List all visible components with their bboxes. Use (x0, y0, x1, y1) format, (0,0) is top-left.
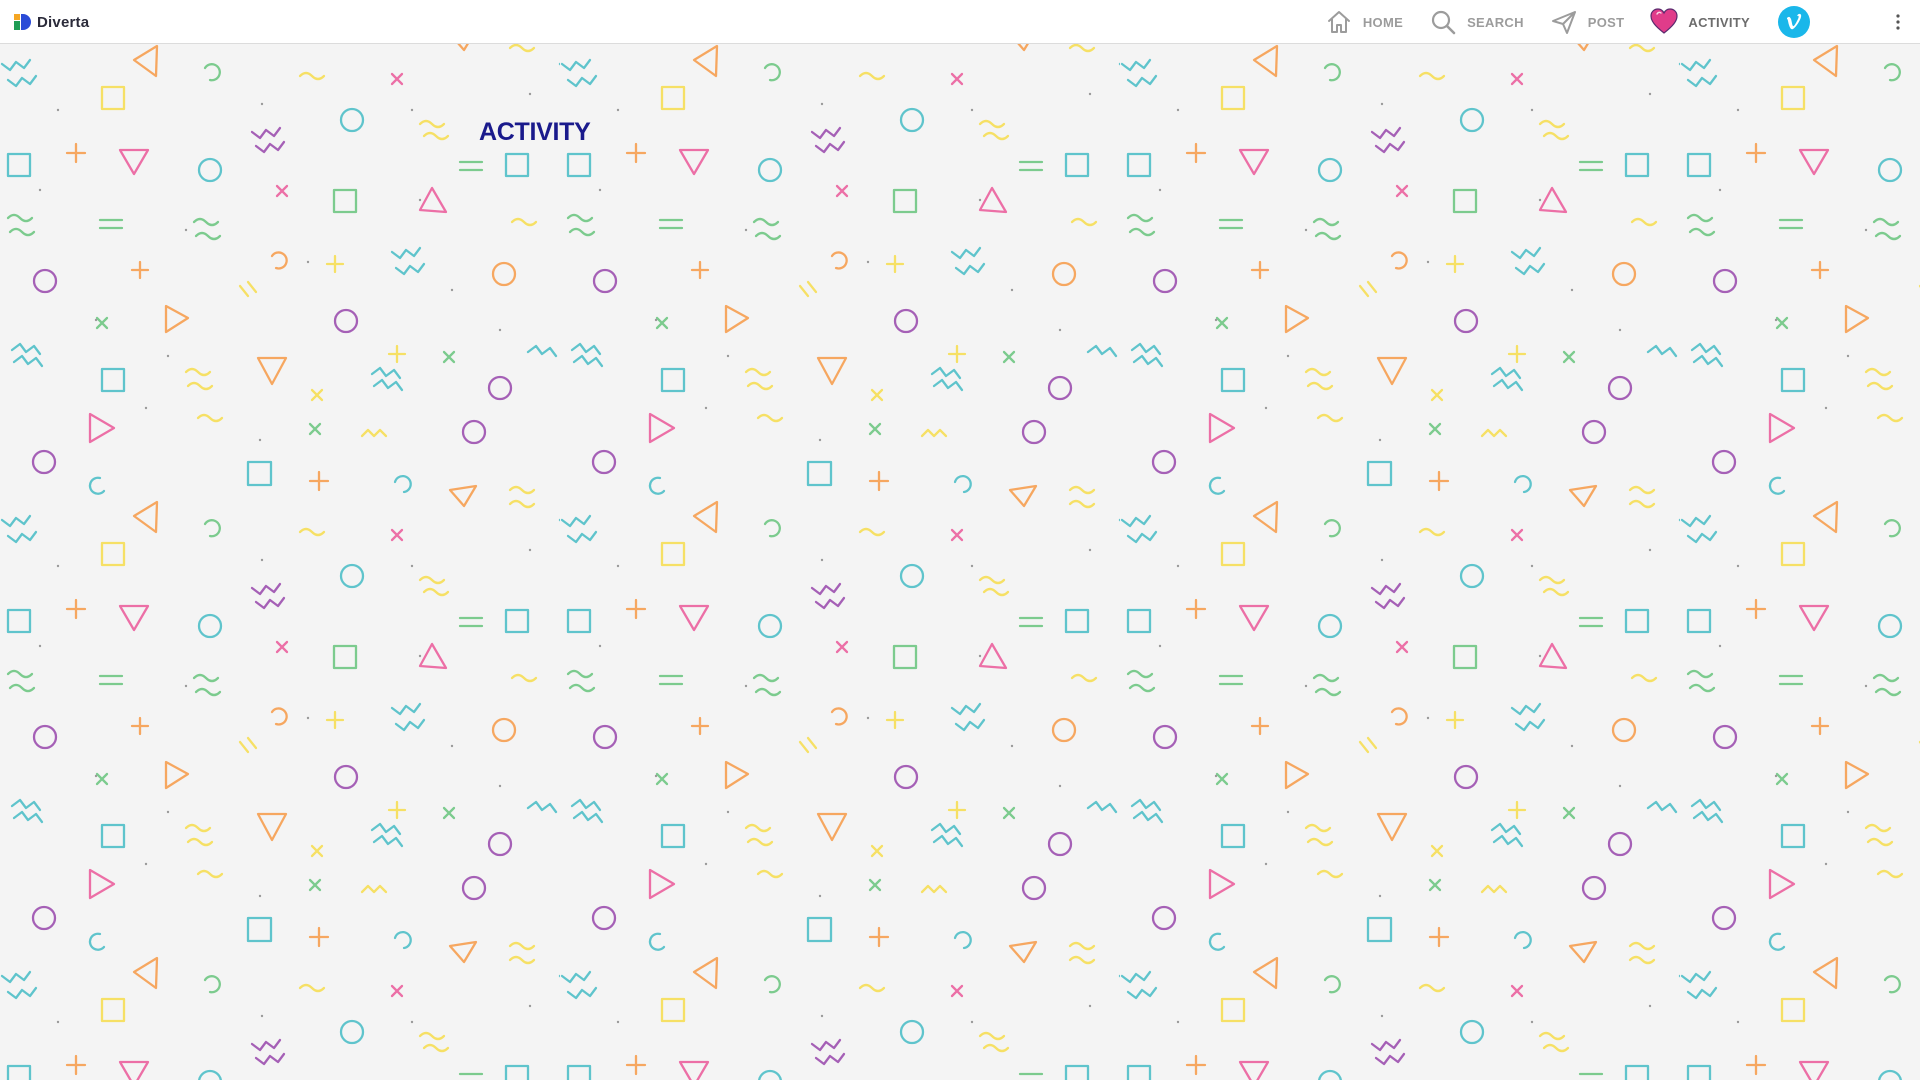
brand-link[interactable]: Diverta (14, 12, 89, 32)
nav-search-label: SEARCH (1467, 14, 1524, 30)
diverta-logo-icon (14, 14, 31, 30)
heart-icon (1650, 8, 1678, 34)
nav-post-label: POST (1587, 14, 1625, 30)
brand-name: Diverta (37, 13, 90, 31)
nav-search[interactable]: SEARCH (1429, 0, 1524, 44)
send-icon (1551, 11, 1576, 34)
nav-activity[interactable]: ACTIVITY (1650, 0, 1750, 44)
nav-home-label: HOME (1362, 14, 1404, 30)
nav-home[interactable]: HOME (1325, 0, 1403, 44)
more-options-button[interactable] (1888, 6, 1908, 38)
page-title: ACTIVITY (479, 118, 591, 146)
vimeo-icon (1787, 13, 1802, 30)
vimeo-button[interactable] (1778, 6, 1810, 38)
nav-post[interactable]: POST (1550, 0, 1625, 44)
nav-activity-label: ACTIVITY (1688, 14, 1750, 30)
main-nav: HOME SEARCH POST ACTIVITY (1325, 0, 1920, 44)
more-vertical-icon (1896, 14, 1900, 30)
memphis-background-pattern (0, 44, 1920, 1080)
top-navigation-bar: Diverta HOME SEARCH POST ACTIVITY (0, 0, 1920, 44)
home-icon (1327, 11, 1350, 33)
search-icon (1431, 10, 1456, 35)
